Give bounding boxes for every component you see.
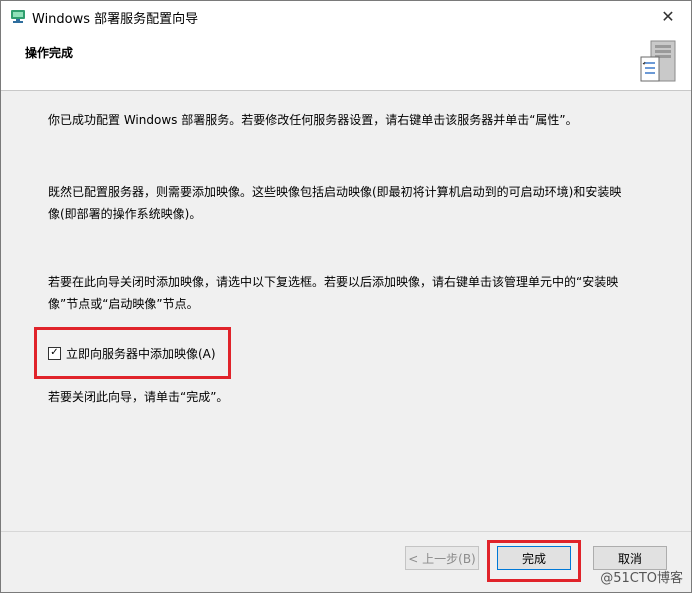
close-wizard-message: 若要关闭此向导，请单击“完成”。 bbox=[48, 390, 229, 404]
window-title: Windows 部署服务配置向导 bbox=[32, 12, 199, 27]
success-message: 你已成功配置 Windows 部署服务。若要修改任何服务器设置，请右键单击该服务… bbox=[48, 113, 578, 127]
add-images-checkbox-label[interactable]: 立即向服务器中添加映像(A) bbox=[66, 345, 216, 362]
add-images-instructions: 若要在此向导关闭时添加映像，请选中以下复选框。若要以后添加映像，请右键单击该管理… bbox=[48, 275, 619, 311]
wizard-content: 你已成功配置 Windows 部署服务。若要修改任何服务器设置，请右键单击该服务… bbox=[1, 91, 691, 531]
add-images-checkbox[interactable]: ✓ bbox=[48, 346, 61, 360]
page-title: 操作完成 bbox=[25, 46, 74, 60]
close-button[interactable]: ✕ bbox=[645, 1, 691, 31]
server-icon bbox=[640, 40, 676, 82]
deployment-services-icon bbox=[11, 10, 25, 23]
close-icon: ✕ bbox=[661, 6, 675, 26]
watermark: @51CTO博客 bbox=[600, 571, 683, 586]
add-images-info: 既然已配置服务器，则需要添加映像。这些映像包括启动映像(即最初将计算机启动到的可… bbox=[48, 185, 622, 221]
finish-button[interactable]: 完成 bbox=[497, 546, 571, 570]
wizard-window: Windows 部署服务配置向导 ✕ 操作完成 你已成功配置 Windows 部… bbox=[0, 0, 692, 593]
footer-separator bbox=[1, 531, 691, 532]
title-bar: Windows 部署服务配置向导 ✕ bbox=[1, 1, 691, 31]
back-button[interactable]: < 上一步(B) bbox=[405, 546, 479, 570]
add-images-checkbox-row[interactable]: ✓ 立即向服务器中添加映像(A) bbox=[48, 343, 216, 363]
wizard-header: 操作完成 bbox=[1, 31, 691, 91]
